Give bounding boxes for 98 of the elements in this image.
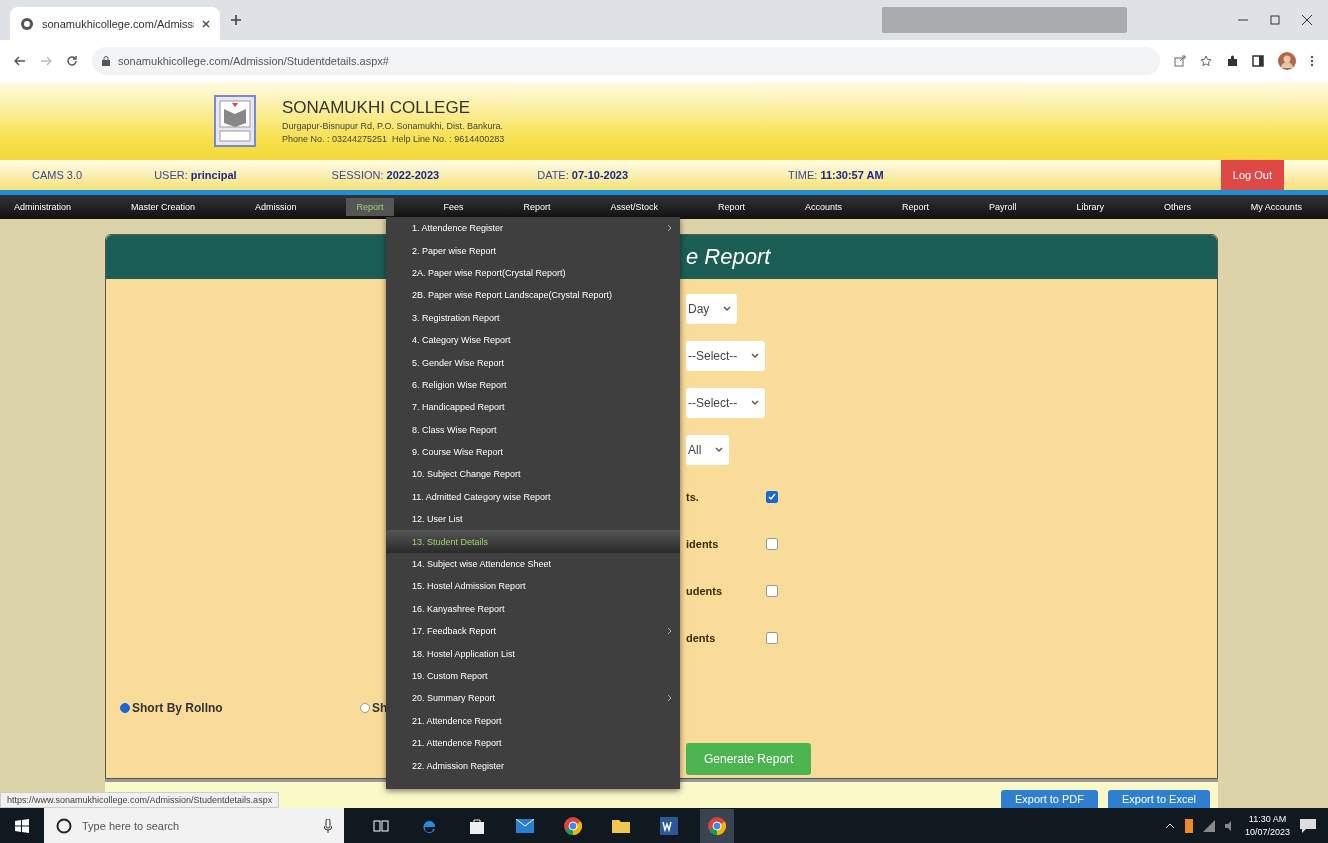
menu-item[interactable]: 9. Course Wise Report (386, 440, 680, 464)
status-url: https://www.sonamukhicollege.com/Admission/Studentdetails.aspx (0, 792, 280, 808)
menu-item[interactable]: 8. Class Wise Report (386, 418, 680, 441)
checkbox[interactable] (766, 537, 778, 550)
college-address: Durgapur-Bisnupur Rd, P.O. Sonamukhi, Dist. Bankura. (282, 121, 504, 131)
radio-dot[interactable] (120, 703, 130, 713)
caret-icon (751, 399, 760, 406)
nav-item[interactable]: Administration (4, 198, 82, 216)
nav-item[interactable]: Others (1153, 198, 1201, 216)
select-field[interactable]: --Select-- (686, 340, 766, 371)
taskbar-clock[interactable]: 11:30 AM 10/07/2023 (1244, 812, 1290, 839)
menu-item[interactable]: 2. Paper wise Report (386, 239, 680, 262)
college-phone: Phone No. : 03244275251 Help Line No. : 9614400283 (282, 134, 505, 144)
checkbox[interactable] (766, 631, 778, 644)
notification-icon[interactable] (1300, 818, 1316, 833)
nav-item[interactable]: Library (1066, 198, 1114, 216)
export-button[interactable]: Export to PDF (1000, 790, 1098, 808)
caret-icon (751, 352, 760, 359)
menu-item[interactable]: 11. Admitted Category wise Report (386, 485, 680, 509)
app-version: CAMS 3.0 (32, 169, 83, 181)
network-icon[interactable] (1202, 819, 1215, 832)
share-icon[interactable] (1174, 55, 1186, 67)
menu-item[interactable]: 15. Hostel Admission Report (386, 575, 680, 598)
lock-icon (102, 56, 110, 66)
caret-icon[interactable] (1164, 822, 1175, 829)
menu-item[interactable]: 10. Subject Change Report (386, 463, 680, 486)
puzzle-icon[interactable] (1226, 55, 1238, 67)
menu-item[interactable]: 5. Gender Wise Report (386, 351, 680, 374)
menu-item[interactable]: 20. Summary Report (386, 687, 680, 710)
menu-item[interactable]: 6. Religion Wise Report (386, 373, 680, 397)
export-button[interactable]: Export to Excel (1108, 790, 1210, 808)
chrome-icon[interactable] (700, 808, 734, 843)
info-field: SESSION: 2022-2023 (331, 169, 440, 181)
new-tab-icon[interactable] (230, 14, 242, 26)
menu-item[interactable]: 3. Registration Report (386, 306, 680, 329)
microphone-icon[interactable] (324, 818, 332, 833)
reload-icon[interactable] (66, 55, 78, 67)
select-field[interactable]: --Select-- (686, 387, 766, 418)
nav-item[interactable]: Master Creation (121, 198, 206, 216)
panel-title: e Report (686, 244, 771, 270)
nav-item[interactable]: Admission (245, 198, 307, 216)
info-field: TIME: 11:30:57 AM (788, 169, 884, 181)
tab-title: sonamukhicollege.com/Admissi (42, 17, 194, 30)
nav-item[interactable]: Asset/Stock (600, 198, 668, 216)
caret-icon (723, 305, 732, 312)
menu-item[interactable]: 21. Attendence Report (386, 709, 680, 732)
menu-icon[interactable] (1310, 55, 1314, 67)
menu-item[interactable]: 2B. Paper wise Report Landscape(Crystal Report) (386, 284, 680, 307)
menu-item[interactable]: 22. Admission Register (386, 754, 680, 777)
menu-item[interactable]: 2A. Paper wise Report(Crystal Report) (386, 261, 680, 285)
menu-item[interactable]: 12. User List (386, 508, 680, 531)
nav-item[interactable]: Report (707, 198, 755, 216)
caret-icon (715, 446, 724, 453)
nav-item[interactable]: Payroll (978, 198, 1027, 216)
globe-icon (20, 16, 34, 31)
nav-item[interactable]: My Accounts (1240, 198, 1312, 216)
logout-button[interactable]: Log Out (1220, 160, 1284, 190)
menu-item[interactable]: 7. Handicapped Report (386, 396, 680, 419)
menu-item[interactable]: 16. Kanyashree Report (386, 597, 680, 621)
back-icon[interactable] (14, 56, 26, 66)
maximize-icon[interactable] (1270, 15, 1280, 25)
info-field: DATE: 07-10-2023 (537, 169, 629, 181)
menu-item[interactable]: 19. Custom Report (386, 664, 680, 688)
close-icon[interactable] (202, 19, 210, 28)
college-name: SONAMUKHI COLLEGE (282, 98, 471, 118)
checkbox[interactable] (766, 490, 778, 503)
nav-item[interactable]: Report (891, 198, 939, 216)
select-field[interactable]: Day (686, 293, 738, 324)
close-icon[interactable] (1302, 15, 1312, 25)
cortana-circle-icon (56, 817, 72, 834)
checkbox-label: dents (686, 631, 717, 644)
nav-item[interactable]: Report (513, 198, 561, 216)
battery-icon[interactable] (1184, 818, 1193, 833)
address-field[interactable]: sonamukhicollege.com/Admission/Studentdetails.aspx# (92, 47, 1160, 75)
browser-tab[interactable]: sonamukhicollege.com/Admissi (10, 7, 220, 40)
logo-icon (214, 95, 256, 147)
checkbox-label: udents (686, 584, 724, 597)
checkbox[interactable] (766, 584, 778, 597)
checkbox-label: ts. (686, 490, 700, 503)
menu-item[interactable]: 1. Attendence Register (386, 217, 680, 240)
nav-item[interactable]: Fees (433, 198, 474, 216)
menu-item[interactable]: 21. Attendence Report (386, 732, 680, 755)
menu-item[interactable]: 18. Hostel Application List (386, 642, 680, 665)
select-field[interactable]: All (686, 434, 730, 465)
avatar-icon[interactable] (1278, 52, 1296, 70)
nav-item[interactable]: Report (346, 198, 394, 216)
sort-radio[interactable]: Short By Rollno (120, 701, 360, 715)
info-field: USER: principal (154, 169, 237, 181)
checkbox-label: idents (686, 537, 720, 550)
taskbar-search-field[interactable]: Type here to search (44, 808, 344, 843)
nav-item[interactable]: Accounts (794, 198, 852, 216)
menu-item[interactable]: 14. Subject wise Attendence Sheet (386, 552, 680, 576)
radio-dot[interactable] (360, 703, 370, 713)
sidebar-icon[interactable] (1252, 55, 1264, 67)
menu-item[interactable]: 13. Student Details (386, 530, 680, 553)
star-icon[interactable] (1200, 55, 1212, 67)
menu-item[interactable]: 4. Category Wise Report (386, 328, 680, 352)
menu-item[interactable]: 17. Feedback Report (386, 620, 680, 643)
